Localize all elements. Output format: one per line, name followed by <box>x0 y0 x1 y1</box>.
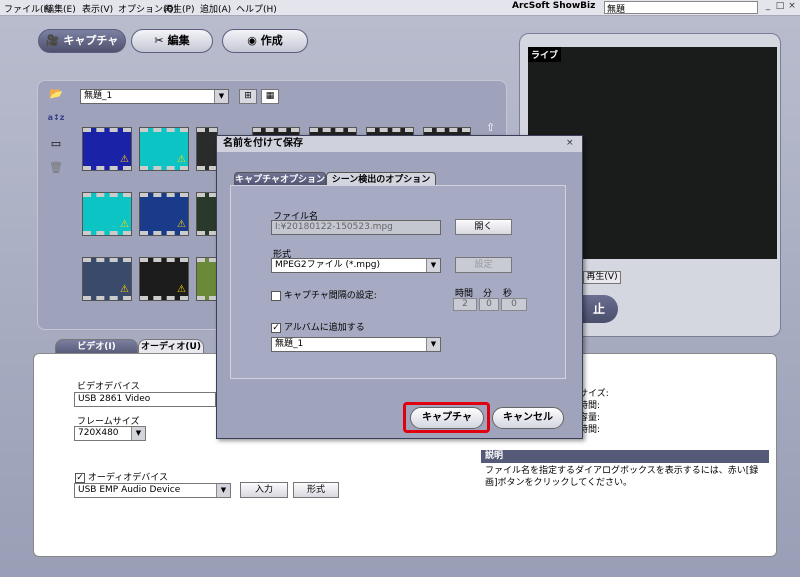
chevron-down-icon: ▼ <box>214 90 228 103</box>
settings-button[interactable]: 設定 <box>455 257 512 273</box>
format-button[interactable]: 形式 <box>293 482 339 498</box>
media-thumbnail[interactable]: ⚠ <box>139 127 189 171</box>
small-view-button[interactable]: ▦ <box>261 89 279 104</box>
video-device-value: USB 2861 Video <box>78 394 151 404</box>
checkbox-unchecked-icon <box>271 290 281 301</box>
warning-icon: ⚠ <box>177 284 186 295</box>
grid-large-icon: ⊞ <box>244 91 252 101</box>
chevron-down-icon: ▼ <box>216 484 230 497</box>
menu-add[interactable]: 追加(A) <box>200 2 231 15</box>
checkbox-checked-icon: ✓ <box>271 322 281 333</box>
close-window-button[interactable]: × <box>786 2 798 13</box>
audio-device-checkbox[interactable]: ✓ オーディオデバイス <box>75 470 168 483</box>
frame-size-value: 720X480 <box>78 428 119 438</box>
media-thumbnail[interactable]: ⚠ <box>82 127 132 171</box>
info-time-label: 時間: <box>579 401 601 411</box>
tab-edit-label: 編集 <box>167 34 190 47</box>
warning-icon: ⚠ <box>177 219 186 230</box>
add-album-checkbox[interactable]: ✓ アルバムに追加する <box>271 320 365 333</box>
camera-icon: 🎥 <box>45 34 60 47</box>
audio-device-label: オーディオデバイス <box>87 473 168 483</box>
info-capacity-label: 容量: <box>579 413 601 423</box>
dialog-title: 名前を付けて保存 <box>217 136 582 152</box>
minimize-button[interactable]: _ <box>762 2 774 13</box>
format-value: MPEG2ファイル (*.mpg) <box>275 260 381 270</box>
scanner-icon[interactable]: ▭ <box>47 136 65 152</box>
dialog-close-icon[interactable]: × <box>566 138 574 148</box>
input-button[interactable]: 入力 <box>240 482 288 498</box>
tab-capture[interactable]: 🎥 キャプチャ <box>38 29 126 53</box>
album-select[interactable]: 無題_1 ▼ <box>80 89 229 104</box>
tab-edit[interactable]: ✂ 編集 <box>131 29 213 53</box>
filename-field[interactable]: I:¥20180122-150523.mpg <box>271 220 441 235</box>
dialog-album-value: 無題_1 <box>275 339 304 349</box>
media-thumbnail[interactable] <box>196 192 218 236</box>
cancel-button[interactable]: キャンセル <box>492 407 564 429</box>
chevron-down-icon: ▼ <box>426 259 440 272</box>
app-title: ArcSoft ShowBiz <box>512 1 596 11</box>
interval-label: キャプチャ間隔の設定: <box>283 291 377 301</box>
add-album-label: アルバムに追加する <box>283 323 365 333</box>
tab-create[interactable]: ◉ 作成 <box>222 29 308 53</box>
highlight-box <box>403 402 490 433</box>
description-text: ファイル名を指定するダイアログボックスを表示するには、赤い[録画]ボタンをクリッ… <box>485 466 759 488</box>
folder-icon[interactable]: 📂 <box>47 86 65 102</box>
checkbox-checked-icon: ✓ <box>75 472 85 483</box>
grid-small-icon: ▦ <box>265 91 275 101</box>
interval-checkbox[interactable]: キャプチャ間隔の設定: <box>271 288 377 301</box>
disc-icon: ◉ <box>247 34 257 47</box>
media-thumbnail[interactable]: ⚠ <box>139 257 189 301</box>
open-button[interactable]: 開く <box>455 219 512 235</box>
library-toolbar: 📂 a↕z ▭ 🗑 <box>44 86 70 180</box>
media-thumbnail[interactable] <box>196 127 218 171</box>
hours-spinner[interactable]: 2 <box>453 298 477 311</box>
album-select-value: 無題_1 <box>84 91 113 101</box>
chevron-down-icon: ▼ <box>131 427 145 440</box>
format-select[interactable]: MPEG2ファイル (*.mpg) ▼ <box>271 258 441 273</box>
tab-capture-label: キャプチャ <box>63 34 119 47</box>
description-header: 説明 <box>481 450 769 463</box>
audio-device-value: USB EMP Audio Device <box>78 485 181 495</box>
menu-play[interactable]: 再生(P) <box>164 2 194 15</box>
video-device-label: ビデオデバイス <box>77 382 140 392</box>
title-field[interactable]: 無題 <box>604 1 758 15</box>
maximize-button[interactable]: □ <box>774 2 786 13</box>
stop-button[interactable]: 止 <box>580 295 618 323</box>
warning-icon: ⚠ <box>177 154 186 165</box>
warning-icon: ⚠ <box>120 154 129 165</box>
capture-info: サイズ: 時間: 容量: 時間: <box>579 388 609 436</box>
tab-create-label: 作成 <box>260 34 283 47</box>
dialog-album-select[interactable]: 無題_1 ▼ <box>271 337 441 352</box>
live-label: ライブ <box>528 47 562 62</box>
minutes-spinner[interactable]: 0 <box>479 298 499 311</box>
large-view-button[interactable]: ⊞ <box>239 89 257 104</box>
play-button[interactable]: 再生(V) <box>583 271 621 284</box>
seconds-spinner[interactable]: 0 <box>501 298 527 311</box>
audio-device-select[interactable]: USB EMP Audio Device ▼ <box>74 483 231 498</box>
scroll-up-icon[interactable]: ⇧ <box>486 121 495 134</box>
menu-view[interactable]: 表示(V) <box>82 2 113 15</box>
trash-icon[interactable]: 🗑 <box>47 160 65 176</box>
menu-help[interactable]: ヘルプ(H) <box>236 2 277 15</box>
media-thumbnail[interactable] <box>196 257 218 301</box>
warning-icon: ⚠ <box>120 284 129 295</box>
menu-edit[interactable]: 編集(E) <box>45 2 76 15</box>
info-time2-label: 時間: <box>579 425 601 435</box>
sort-icon[interactable]: a↕z <box>47 110 65 126</box>
media-thumbnail[interactable]: ⚠ <box>82 192 132 236</box>
media-thumbnail[interactable]: ⚠ <box>139 192 189 236</box>
chevron-down-icon: ▼ <box>426 338 440 351</box>
edit-icon: ✂ <box>154 34 164 47</box>
video-device-select[interactable]: USB 2861 Video <box>74 392 216 407</box>
warning-icon: ⚠ <box>120 219 129 230</box>
info-size-label: サイズ: <box>579 389 609 399</box>
media-thumbnail[interactable]: ⚠ <box>82 257 132 301</box>
frame-size-select[interactable]: 720X480 ▼ <box>74 426 146 441</box>
